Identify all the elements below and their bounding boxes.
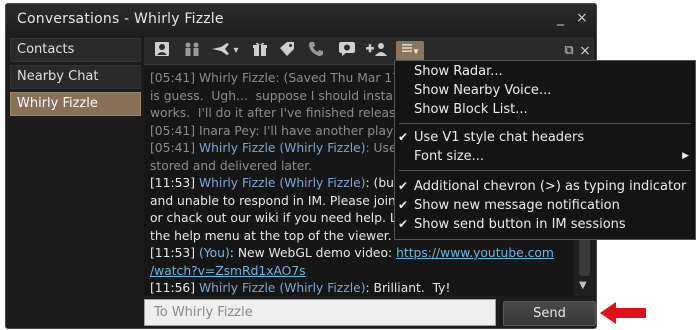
submenu-arrow-icon: ▶	[682, 151, 689, 161]
chat-options-button[interactable]: ▾	[396, 41, 424, 61]
checkmark-icon: ✔	[398, 217, 409, 231]
menu-item-show-block-list[interactable]: Show Block List...	[395, 100, 695, 119]
sender-name[interactable]: Whirly Fizzle (Whirly Fizzle)	[199, 141, 366, 155]
tab-whirly-fizzle[interactable]: Whirly Fizzle	[10, 92, 141, 116]
menu-separator	[399, 170, 691, 171]
menu-item-show-send-button[interactable]: ✔ Show send button in IM sessions	[395, 215, 695, 234]
chat-line: /watch?v=ZsmRd1xAO7s	[150, 263, 573, 281]
menu-item-new-message-notification[interactable]: ✔ Show new message notification	[395, 196, 695, 215]
message-input[interactable]: To Whirly Fizzle	[144, 299, 496, 326]
menu-item-font-size[interactable]: Font size... ▶	[395, 147, 695, 166]
chat-line: [11:53] (You): New WebGL demo video: htt…	[150, 246, 554, 260]
title-bar[interactable]: Conversations - Whirly Fizzle _ ×	[6, 4, 596, 36]
video-link[interactable]: https://www.youtube.com	[396, 246, 554, 260]
close-button[interactable]: ×	[576, 11, 588, 25]
menu-item-show-nearby-voice[interactable]: Show Nearby Voice...	[395, 81, 695, 100]
chevron-down-icon: ▾	[413, 46, 419, 58]
tab-nearby-chat[interactable]: Nearby Chat	[10, 65, 141, 89]
window-title: Conversations - Whirly Fizzle	[17, 11, 224, 27]
options-icon	[401, 41, 413, 61]
chat-options-menu: Show Radar... Show Nearby Voice... Show …	[394, 60, 696, 240]
tag-icon[interactable]	[276, 41, 298, 61]
sender-name-you: (You)	[198, 246, 230, 260]
add-person-icon[interactable]	[364, 41, 390, 61]
teleport-dropdown-chevron-down-icon[interactable]: ▾	[230, 41, 242, 61]
minimize-button[interactable]: _	[557, 11, 564, 25]
call-icon[interactable]	[306, 41, 326, 61]
menu-item-show-radar[interactable]: Show Radar...	[395, 62, 695, 81]
video-link-continued[interactable]: /watch?v=ZsmRd1xAO7s	[150, 264, 306, 278]
teleport-icon[interactable]	[210, 41, 232, 61]
menu-item-typing-chevron[interactable]: ✔ Additional chevron (>) as typing indica…	[395, 177, 695, 196]
checkmark-icon: ✔	[398, 179, 409, 193]
checkmark-icon: ✔	[398, 130, 409, 144]
people-icon[interactable]	[180, 41, 204, 61]
conversation-tabs: Contacts Nearby Chat Whirly Fizzle	[10, 38, 141, 119]
red-arrow-annotation-icon	[600, 302, 646, 324]
checkmark-icon: ✔	[398, 198, 409, 212]
send-button[interactable]: Send	[503, 301, 596, 326]
sender-name[interactable]: Whirly Fizzle (Whirly Fizzle)	[199, 176, 366, 190]
chat-line: [11:56] Whirly Fizzle (Whirly Fizzle): B…	[150, 281, 451, 295]
profile-icon[interactable]	[152, 41, 172, 61]
voice-icon[interactable]	[336, 41, 358, 61]
gift-icon[interactable]	[250, 41, 270, 61]
tearoff-icon[interactable]: ⧉	[562, 41, 576, 61]
scroll-down-icon[interactable]: ▼	[579, 280, 587, 291]
close-conversation-button[interactable]: ×	[578, 41, 592, 61]
sender-name[interactable]: Whirly Fizzle (Whirly Fizzle)	[199, 281, 366, 295]
menu-item-v1-chat-headers[interactable]: ✔ Use V1 style chat headers	[395, 128, 695, 147]
tab-contacts[interactable]: Contacts	[10, 38, 141, 62]
menu-separator	[399, 123, 691, 124]
